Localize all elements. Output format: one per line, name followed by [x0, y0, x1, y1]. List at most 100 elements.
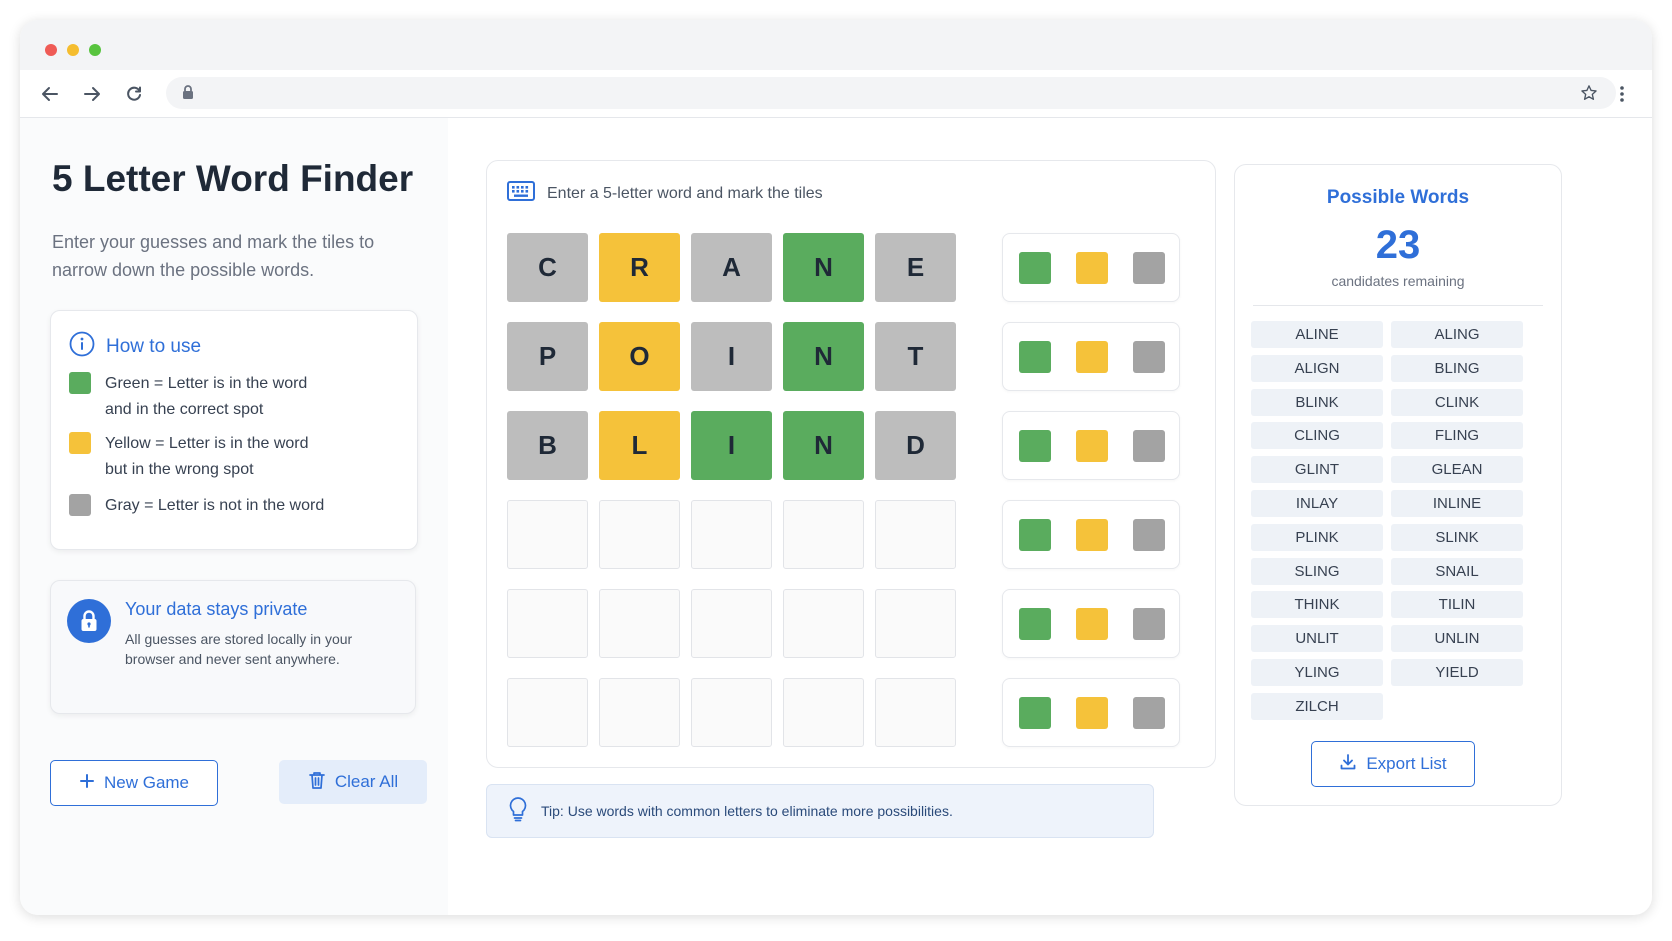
tile-r5-c4[interactable] [783, 589, 864, 658]
minimize-window-button[interactable] [67, 44, 79, 56]
word-chip[interactable]: ALIGN [1251, 354, 1383, 382]
mark-green-button[interactable] [1019, 608, 1051, 640]
tile-r4-c3[interactable] [691, 500, 772, 569]
candidate-count: 23 [1375, 223, 1421, 267]
trash-icon [308, 770, 326, 795]
tile-r1-c1[interactable]: C [507, 233, 588, 302]
back-icon[interactable] [38, 82, 62, 106]
tile-r2-c3[interactable]: I [691, 322, 772, 391]
word-chip[interactable]: INLINE [1391, 490, 1523, 517]
mark-green-button[interactable] [1019, 697, 1051, 729]
mark-green-button[interactable] [1019, 341, 1051, 373]
lock-icon [67, 599, 111, 643]
word-chip[interactable]: BLING [1391, 354, 1523, 382]
mark-yellow-button[interactable] [1076, 252, 1108, 284]
word-chip[interactable]: YLING [1251, 659, 1383, 686]
maximize-window-button[interactable] [89, 44, 101, 56]
word-chip[interactable]: ALINE [1251, 321, 1383, 348]
new-game-button[interactable]: New Game [50, 760, 218, 806]
word-chip[interactable]: CLING [1251, 422, 1383, 450]
tile-r3-c5[interactable]: D [875, 411, 956, 480]
tile-r6-c2[interactable] [599, 678, 680, 747]
word-chip[interactable]: SLING [1251, 557, 1383, 585]
mark-gray-button[interactable] [1133, 341, 1165, 373]
mark-gray-button[interactable] [1133, 252, 1165, 284]
board-instruction: Enter a 5-letter word and mark the tiles [547, 184, 823, 202]
page-title: 5 Letter Word Finder [52, 158, 414, 199]
mark-yellow-button[interactable] [1076, 519, 1108, 551]
tile-r1-c2[interactable]: R [599, 233, 680, 302]
menu-icon[interactable] [1610, 82, 1634, 106]
word-chip[interactable]: UNLIT [1251, 625, 1383, 653]
word-chip[interactable]: GLEAN [1391, 456, 1523, 484]
tile-r2-c4[interactable]: N [783, 322, 864, 391]
mark-yellow-button[interactable] [1076, 697, 1108, 729]
tile-r3-c1[interactable]: B [507, 411, 588, 480]
mark-green-button[interactable] [1019, 252, 1051, 284]
tile-r6-c1[interactable] [507, 678, 588, 747]
address-bar[interactable] [166, 77, 1616, 109]
tile-r4-c4[interactable] [783, 500, 864, 569]
tile-r3-c2[interactable]: L [599, 411, 680, 480]
legend-text: Yellow = Letter is in the word but in th… [105, 435, 309, 478]
mark-yellow-button[interactable] [1076, 608, 1108, 640]
word-chip[interactable]: ZILCH [1251, 692, 1383, 720]
tip-text: Tip: Use words with common letters to el… [541, 803, 953, 819]
privacy-text: All guesses are stored locally in your b… [125, 631, 353, 667]
tile-r1-c3[interactable]: A [691, 233, 772, 302]
tile-r5-c5[interactable] [875, 589, 956, 658]
word-chip[interactable]: PLINK [1251, 523, 1383, 551]
mark-gray-button[interactable] [1133, 430, 1165, 462]
mark-gray-button[interactable] [1133, 608, 1165, 640]
word-chip[interactable]: BLINK [1251, 388, 1383, 416]
mark-yellow-button[interactable] [1076, 430, 1108, 462]
tile-r3-c3[interactable]: I [691, 411, 772, 480]
forward-icon[interactable] [80, 82, 104, 106]
title-bar [20, 20, 1652, 70]
word-chip[interactable]: INLAY [1251, 490, 1383, 517]
lightbulb-icon [507, 796, 529, 827]
word-chip[interactable]: ALING [1391, 321, 1523, 348]
word-chip[interactable]: SNAIL [1391, 557, 1523, 585]
tile-r2-c5[interactable]: T [875, 322, 956, 391]
word-chip[interactable]: THINK [1251, 591, 1383, 619]
tile-r5-c3[interactable] [691, 589, 772, 658]
clear-all-label: Clear All [334, 772, 399, 791]
tile-r2-c2[interactable]: O [599, 322, 680, 391]
legend-item-green: Green = Letter is in the word and in the… [69, 371, 335, 423]
tile-r1-c4[interactable]: N [783, 233, 864, 302]
tile-r3-c4[interactable]: N [783, 411, 864, 480]
star-icon[interactable] [1580, 84, 1598, 107]
mark-gray-button[interactable] [1133, 697, 1165, 729]
tile-r6-c4[interactable] [783, 678, 864, 747]
word-chip[interactable]: FLING [1391, 422, 1523, 450]
color-picker-row-5 [1002, 589, 1180, 658]
lock-icon [182, 85, 194, 105]
word-chip[interactable]: UNLIN [1391, 625, 1523, 653]
mark-gray-button[interactable] [1133, 519, 1165, 551]
export-list-button[interactable]: Export List [1311, 741, 1475, 787]
word-chip[interactable]: GLINT [1251, 456, 1383, 484]
word-chip[interactable]: CLINK [1391, 388, 1523, 416]
export-list-label: Export List [1366, 754, 1447, 773]
color-picker-row-2 [1002, 322, 1180, 391]
tile-r5-c1[interactable] [507, 589, 588, 658]
tile-r4-c1[interactable] [507, 500, 588, 569]
word-chip[interactable]: YIELD [1391, 659, 1523, 686]
close-window-button[interactable] [45, 44, 57, 56]
reload-icon[interactable] [122, 82, 146, 106]
clear-all-button[interactable]: Clear All [279, 760, 427, 804]
tile-r2-c1[interactable]: P [507, 322, 588, 391]
mark-yellow-button[interactable] [1076, 341, 1108, 373]
word-chip[interactable]: TILIN [1391, 591, 1523, 619]
mark-green-button[interactable] [1019, 519, 1051, 551]
tile-r4-c2[interactable] [599, 500, 680, 569]
tile-r1-c5[interactable]: E [875, 233, 956, 302]
tile-r5-c2[interactable] [599, 589, 680, 658]
possible-words-panel: Possible Words 23 candidates remaining A… [1234, 164, 1562, 806]
tile-r6-c5[interactable] [875, 678, 956, 747]
tile-r6-c3[interactable] [691, 678, 772, 747]
word-chip[interactable]: SLINK [1391, 523, 1523, 551]
tile-r4-c5[interactable] [875, 500, 956, 569]
mark-green-button[interactable] [1019, 430, 1051, 462]
